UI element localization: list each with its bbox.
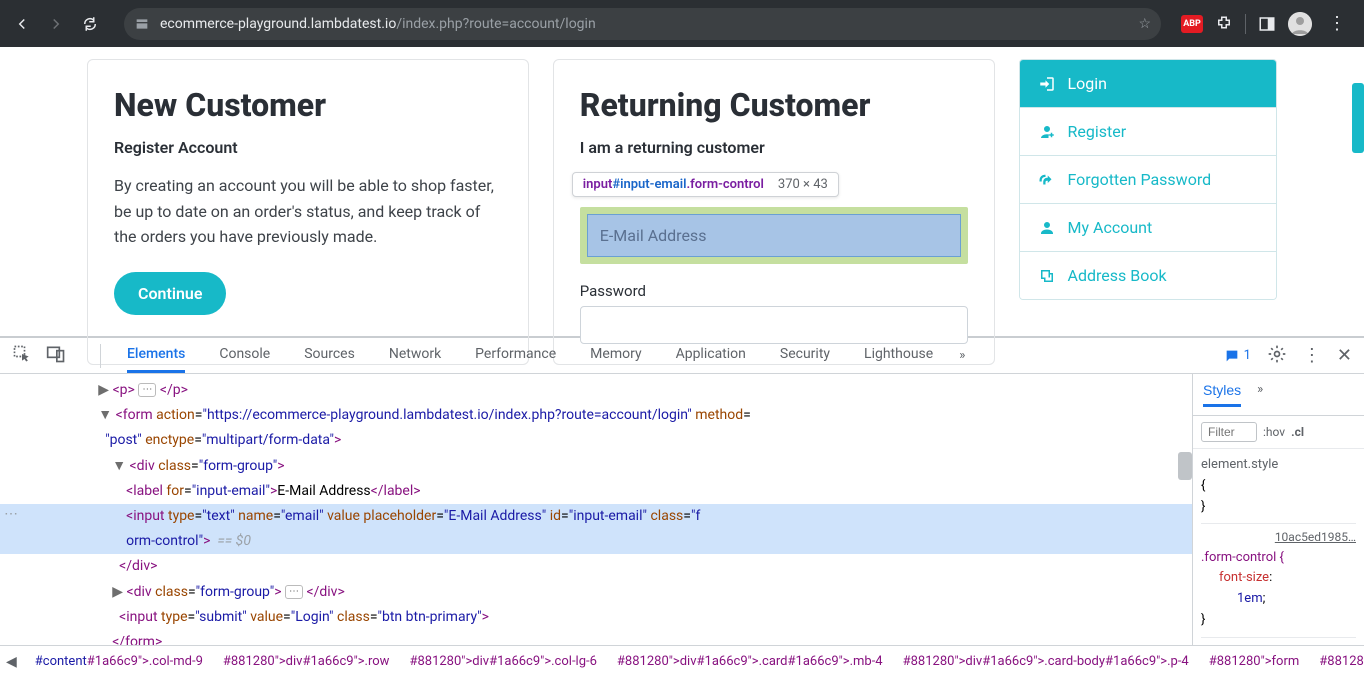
devtools-tab-elements[interactable]: Elements: [127, 338, 185, 373]
breadcrumb-item[interactable]: #881280">form: [1209, 654, 1300, 669]
dom-gutter-dots[interactable]: ⋯: [4, 502, 19, 527]
devtools-tab-sources[interactable]: Sources: [304, 338, 355, 373]
side-panel-icon[interactable]: [1258, 15, 1276, 33]
password-label: Password: [580, 282, 968, 300]
account-sidebar: LoginRegisterForgotten PasswordMy Accoun…: [1019, 59, 1278, 365]
sidebar-item-my-account[interactable]: My Account: [1020, 203, 1277, 251]
devtools-tab-lighthouse[interactable]: Lighthouse: [864, 338, 933, 373]
new-customer-card: New Customer Register Account By creatin…: [87, 59, 529, 365]
breadcrumb-item[interactable]: #881280">div#1a66c9">.col-lg-6: [409, 654, 596, 669]
sidebar-item-forgotten-password[interactable]: Forgotten Password: [1020, 155, 1277, 203]
sidebar-icon: [1038, 219, 1056, 237]
back-button[interactable]: [8, 10, 36, 38]
stylesheet-link[interactable]: 10ac5ed1985…: [1201, 528, 1356, 547]
breadcrumb-item[interactable]: #content#1a66c9">.col-md-9: [35, 654, 203, 669]
settings-icon[interactable]: [1267, 344, 1287, 368]
forward-button[interactable]: [42, 10, 70, 38]
more-tabs-icon[interactable]: »: [959, 348, 965, 363]
sidebar-item-login[interactable]: Login: [1020, 60, 1277, 107]
url-bar[interactable]: ecommerce-playground.lambdatest.io/index…: [124, 8, 1161, 40]
dom-breadcrumb[interactable]: ◀ #content#1a66c9">.col-md-9 #881280">div…: [0, 645, 1364, 677]
site-info-icon[interactable]: [134, 16, 150, 32]
devtools-tab-network[interactable]: Network: [389, 338, 441, 373]
element-style-label: element.style: [1201, 455, 1356, 476]
devtools-tab-application[interactable]: Application: [676, 338, 746, 373]
breadcrumb-item[interactable]: #881280">div#1a66c9">.card-body#1a66c9">…: [903, 654, 1189, 669]
more-styles-tabs-icon[interactable]: »: [1257, 382, 1263, 407]
sidebar-icon: [1038, 171, 1056, 189]
sidebar-icon: [1038, 267, 1056, 285]
abp-extension-icon[interactable]: ABP: [1181, 15, 1203, 33]
bookmark-star-icon[interactable]: ☆: [1138, 16, 1151, 32]
sidebar-icon: [1038, 75, 1056, 93]
sidebar-icon: [1038, 123, 1056, 141]
issues-badge[interactable]: 1: [1224, 348, 1251, 364]
inspect-tooltip: input#input-email.form-control 370 × 43: [572, 172, 839, 197]
new-customer-title: New Customer: [114, 86, 502, 124]
devtools-tabs: Elements Console Sources Network Performance…: [0, 338, 1364, 374]
breadcrumb-item[interactable]: #881280">div#1a66c9">.row: [223, 654, 390, 669]
css-selector: .form-control {: [1201, 548, 1356, 569]
continue-button[interactable]: Continue: [114, 272, 226, 315]
new-customer-subtitle: Register Account: [114, 138, 502, 157]
styles-tab[interactable]: Styles: [1203, 382, 1241, 407]
devtools-tab-console[interactable]: Console: [219, 338, 270, 373]
dom-tree[interactable]: ⋯ ▶ <p> ⋯ </p> ▼ <form action="https://e…: [0, 374, 1192, 645]
page-viewport: New Customer Register Account By creatin…: [0, 47, 1364, 336]
sidebar-item-address-book[interactable]: Address Book: [1020, 251, 1277, 299]
page-scrollbar-thumb[interactable]: [1352, 83, 1364, 153]
devtools-tab-performance[interactable]: Performance: [475, 338, 556, 373]
url-text: ecommerce-playground.lambdatest.io/index…: [160, 16, 596, 32]
profile-avatar[interactable]: [1288, 12, 1312, 36]
returning-subtitle: I am a returning customer: [580, 138, 968, 157]
devtools-tab-security[interactable]: Security: [780, 338, 830, 373]
browser-toolbar: ecommerce-playground.lambdatest.io/index…: [0, 0, 1364, 47]
styles-filter-input[interactable]: [1201, 422, 1257, 442]
breadcrumb-item[interactable]: #881280">div#1a66c9">.form-group: [1319, 654, 1364, 669]
new-customer-description: By creating an account you will be able …: [114, 173, 502, 250]
breadcrumb-left-icon[interactable]: ◀: [6, 654, 17, 670]
returning-customer-card: Returning Customer I am a returning cust…: [553, 59, 995, 365]
styles-pane: Styles » :hov .cl element.style { } 10ac…: [1192, 374, 1364, 645]
dom-scrollbar-thumb[interactable]: [1178, 452, 1192, 480]
device-toolbar-icon[interactable]: [46, 344, 66, 368]
devtools-close-icon[interactable]: ✕: [1337, 345, 1352, 366]
returning-title: Returning Customer: [580, 86, 968, 124]
email-input[interactable]: [587, 214, 961, 257]
devtools-menu-icon[interactable]: ⋮: [1303, 345, 1321, 366]
reload-button[interactable]: [76, 10, 104, 38]
inspect-element-icon[interactable]: [12, 344, 32, 368]
sidebar-item-register[interactable]: Register: [1020, 107, 1277, 155]
chrome-menu-icon[interactable]: ⋮: [1324, 13, 1350, 34]
devtools-panel: Elements Console Sources Network Performance…: [0, 336, 1364, 677]
hov-toggle[interactable]: :hov: [1263, 425, 1285, 439]
devtools-tab-memory[interactable]: Memory: [590, 338, 641, 373]
cls-toggle[interactable]: .cl: [1291, 425, 1304, 439]
email-input-highlight: [580, 207, 968, 264]
extensions-icon[interactable]: [1215, 15, 1233, 33]
breadcrumb-item[interactable]: #881280">div#1a66c9">.card#1a66c9">.mb-4: [617, 654, 883, 669]
